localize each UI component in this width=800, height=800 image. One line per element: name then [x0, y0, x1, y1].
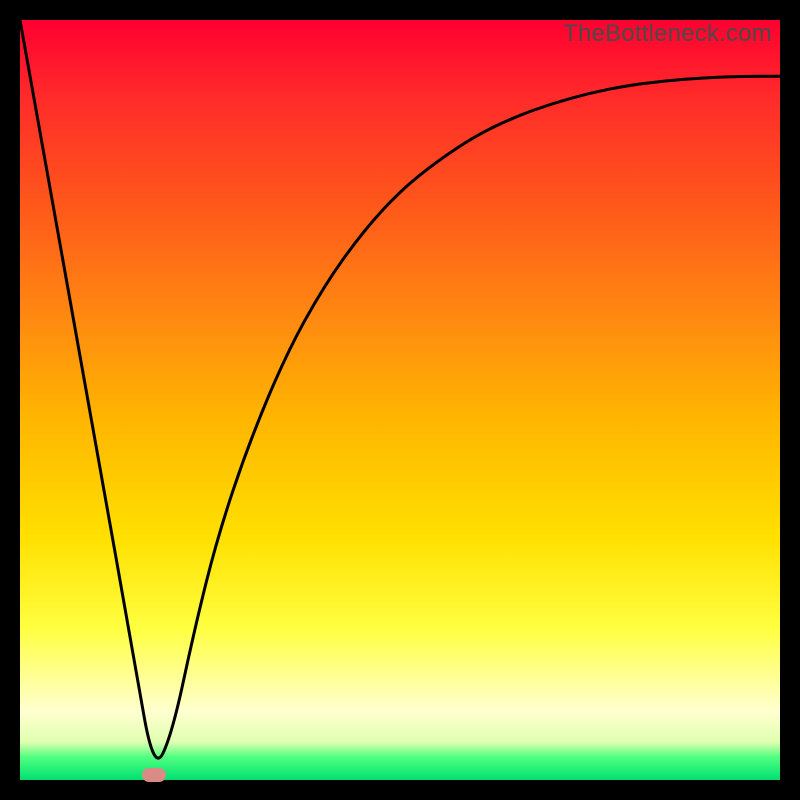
chart-frame: TheBottleneck.com	[0, 0, 800, 800]
plot-area: TheBottleneck.com	[20, 20, 780, 780]
optimum-marker	[142, 768, 166, 782]
curve-path	[20, 20, 780, 758]
bottleneck-curve	[20, 20, 780, 780]
